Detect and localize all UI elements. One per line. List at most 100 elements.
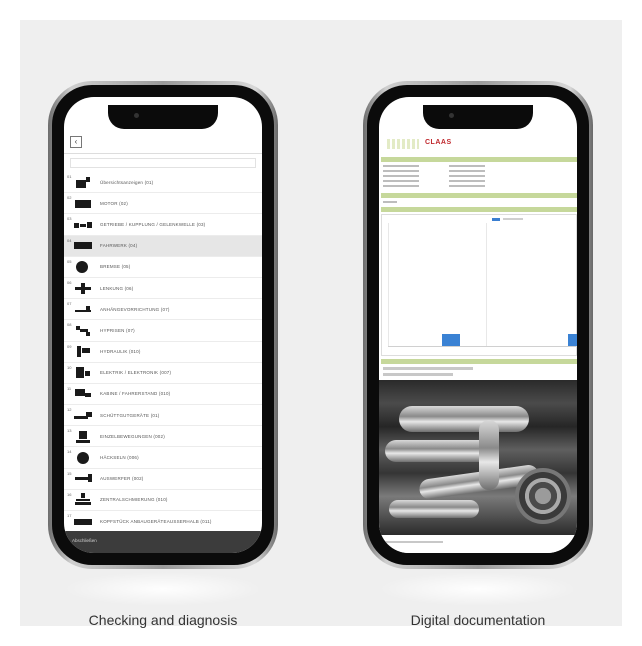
list-item-number: 01 xyxy=(67,174,72,179)
list-item-label: ANHÄNGEVORRICHTUNG (07) xyxy=(100,306,170,312)
hitch-icon xyxy=(74,303,92,316)
list-item-label: KOPFSTÜCK ANBAUGERÄTEAUSSERHALB (011) xyxy=(100,518,212,524)
screen-header: ‹ xyxy=(64,131,262,154)
list-item-number: 11 xyxy=(67,385,72,391)
list-item-number: 16 xyxy=(67,491,72,497)
camera-icon xyxy=(449,113,454,118)
list-item[interactable]: 04 FAHRWERK (04) xyxy=(64,235,262,257)
list-item[interactable]: 03 GETRIEBE / KUPPLUNG / GELENKWELLE (03) xyxy=(64,214,262,236)
system-list: 01 Übersichtsanzeigen (01) 02 MOTOR (02) 03 G… xyxy=(64,172,262,533)
list-item[interactable]: 12 SCHÜTTGUTGERÄTE (01) xyxy=(64,405,262,427)
ejector-icon xyxy=(74,472,92,485)
list-item-label: HÄCKSELN (006) xyxy=(100,455,139,461)
list-item-number: 04 xyxy=(67,237,72,243)
list-item-label: EINZELBEWEGUNGEN (002) xyxy=(100,433,165,439)
report-row xyxy=(383,200,575,204)
list-item[interactable]: 17 KOPFSTÜCK ANBAUGERÄTEAUSSERHALB (011) xyxy=(64,511,262,533)
chart-bar xyxy=(442,334,460,346)
report-note xyxy=(383,367,473,370)
list-item[interactable]: 09 HYDRAULIK (010) xyxy=(64,342,262,363)
list-item[interactable]: 08 HYPRISEN (07) xyxy=(64,320,262,342)
list-item-label: AUSWERFER (002) xyxy=(100,476,144,482)
list-item-label: FAHRWERK (04) xyxy=(100,243,138,249)
list-item-number: 14 xyxy=(67,449,72,455)
report-note xyxy=(383,373,453,376)
list-item[interactable]: 11 KABINE / FAHRERSTAND (010) xyxy=(64,384,262,406)
chevron-left-icon[interactable]: ‹ xyxy=(70,136,82,148)
hydraulic-icon xyxy=(74,345,92,358)
cabin-icon xyxy=(74,387,92,400)
documentation-screen: CLAAS xyxy=(379,97,577,553)
phone-left: ‹ 01 Übersichtsanzeigen (01) 02 MOTOR (02) 0… xyxy=(48,81,278,569)
list-item[interactable]: 14 HÄCKSELN (006) xyxy=(64,447,262,469)
report-footer xyxy=(379,535,577,553)
list-item-label: HYDRAULIK (010) xyxy=(100,349,141,355)
list-item-number: 13 xyxy=(67,428,72,434)
list-item-number: 10 xyxy=(67,364,72,370)
list-item-label: HYPRISEN (07) xyxy=(100,327,135,333)
list-item-label: SCHÜTTGUTGERÄTE (01) xyxy=(100,412,160,418)
chart-axis-y xyxy=(388,223,389,347)
phone-notch xyxy=(423,105,533,129)
list-item-number: 15 xyxy=(67,470,72,476)
attachment-icon xyxy=(74,515,92,528)
list-item[interactable]: 15 AUSWERFER (002) xyxy=(64,469,262,490)
list-item-label: ZENTRALSCHMIERUNG (010) xyxy=(100,497,168,503)
list-item-label: GETRIEBE / KUPPLUNG / GELENKWELLE (03) xyxy=(100,221,206,227)
report-row xyxy=(383,164,575,168)
list-item-number: 07 xyxy=(67,301,72,307)
list-item-number: 08 xyxy=(67,322,72,328)
list-item[interactable]: 01 Übersichtsanzeigen (01) xyxy=(64,172,262,194)
list-item-label: Übersichtsanzeigen (01) xyxy=(100,179,154,185)
steering-icon xyxy=(74,282,92,295)
finish-button[interactable]: Abschließen xyxy=(72,538,97,543)
camera-icon xyxy=(134,113,139,118)
list-item[interactable]: 07 ANHÄNGEVORRICHTUNG (07) xyxy=(64,299,262,321)
chart-gridline xyxy=(486,223,487,347)
footer-bar: Abschließen xyxy=(64,531,262,553)
movement-icon xyxy=(74,430,92,443)
list-item-number: 02 xyxy=(67,195,72,201)
brand-logo: CLAAS xyxy=(425,139,452,146)
chassis-icon xyxy=(74,239,92,252)
section-bar xyxy=(381,157,577,162)
list-item[interactable]: 13 EINZELBEWEGUNGEN (002) xyxy=(64,426,262,448)
motor-icon xyxy=(74,197,92,210)
list-item-number: 06 xyxy=(67,279,72,285)
chart-legend-swatch xyxy=(492,218,500,221)
list-item[interactable]: 05 BREMSE (05) xyxy=(64,257,262,278)
section-bar xyxy=(381,207,577,212)
engine-block-icon xyxy=(74,176,92,189)
chopper-icon xyxy=(74,451,92,465)
list-item[interactable]: 02 MOTOR (02) xyxy=(64,193,262,215)
search-input[interactable] xyxy=(70,158,256,168)
list-item-number: 09 xyxy=(67,343,72,349)
list-item-label: ELEKTRIK / ELEKTRONIK (007) xyxy=(100,370,172,376)
list-item-number: 05 xyxy=(67,258,72,264)
chart-bar xyxy=(568,334,577,346)
phone-right: CLAAS xyxy=(363,81,593,569)
list-item-number: 17 xyxy=(67,513,72,518)
list-item-number: 12 xyxy=(67,407,72,413)
report-chart xyxy=(381,214,577,356)
list-item-label: LENKUNG (06) xyxy=(100,285,134,291)
lubrication-icon xyxy=(74,493,92,506)
report-header: CLAAS xyxy=(379,135,575,153)
section-bar xyxy=(381,359,577,364)
list-item[interactable]: 06 LENKUNG (06) xyxy=(64,278,262,300)
diagnosis-screen: ‹ 01 Übersichtsanzeigen (01) 02 MOTOR (02) 0… xyxy=(64,97,262,553)
brake-icon xyxy=(74,260,92,274)
list-item-label: BREMSE (05) xyxy=(100,264,131,270)
list-item-label: KABINE / FAHRERSTAND (010) xyxy=(100,391,171,397)
list-item[interactable]: 16 ZENTRALSCHMIERUNG (010) xyxy=(64,490,262,511)
caption-left: Checking and diagnosis xyxy=(88,612,238,628)
phone-notch xyxy=(108,105,218,129)
gearbox-icon xyxy=(74,218,92,231)
list-item[interactable]: 10 ELEKTRIK / ELEKTRONIK (007) xyxy=(64,363,262,384)
caption-right: Digital documentation xyxy=(410,612,546,628)
phone-right-reflection xyxy=(378,572,578,606)
list-item-number: 03 xyxy=(67,216,72,222)
hose-icon xyxy=(74,324,92,337)
chart-axis-x xyxy=(388,346,576,347)
engine-photo xyxy=(379,380,577,535)
